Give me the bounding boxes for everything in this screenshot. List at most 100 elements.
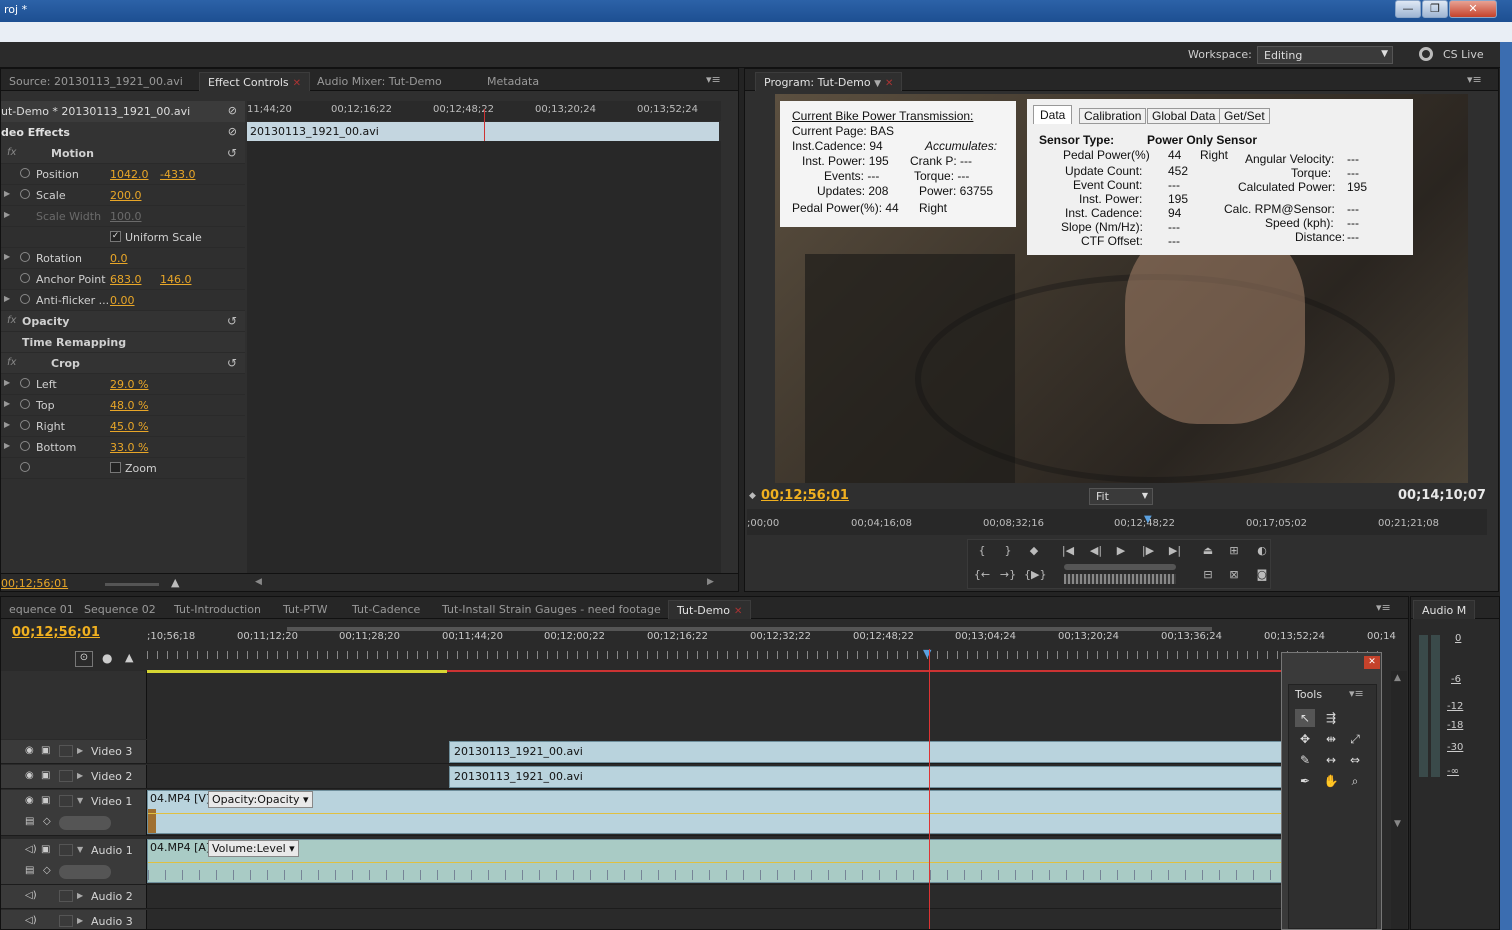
tab-source[interactable]: Source: 20130113_1921_00.avi (1, 72, 191, 91)
chevron-down-icon[interactable]: ▼ (874, 79, 881, 89)
tab-sequence-01[interactable]: equence 01 (1, 600, 82, 619)
expand-triangle-icon[interactable]: ▶ (4, 189, 10, 198)
film-icon[interactable]: ▣ (41, 844, 53, 856)
stopwatch-icon[interactable] (20, 189, 30, 199)
stopwatch-icon[interactable] (20, 294, 30, 304)
audio1-clip[interactable]: 04.MP4 [A] Volume:Level ▾ (147, 839, 1283, 883)
opacity-dropdown[interactable]: Opacity:Opacity ▾ (208, 791, 313, 808)
tab-tut-cadence[interactable]: Tut-Cadence (344, 600, 428, 619)
opacity-row[interactable]: fx Opacity ↺ (1, 311, 245, 332)
export-frame-icon[interactable]: ◐ (1252, 542, 1272, 560)
program-current-timecode[interactable]: 00;12;56;01 (761, 488, 849, 503)
film-icon[interactable]: ▣ (41, 795, 53, 807)
razor-tool-icon[interactable]: ✎ (1295, 751, 1315, 769)
collapse-icon[interactable]: ⊘ (228, 125, 237, 138)
expand-triangle-icon[interactable]: ▶ (77, 916, 83, 925)
stopwatch-icon[interactable] (20, 378, 30, 388)
tab-data[interactable]: Data (1033, 105, 1073, 124)
jog-wheel[interactable] (1064, 574, 1176, 584)
tab-audio-mixer[interactable]: Audio Mixer: Tut-Demo (309, 72, 450, 91)
crop-bottom-value[interactable]: 33.0 % (110, 441, 148, 454)
film-icon[interactable]: ▣ (41, 745, 53, 757)
reset-icon[interactable]: ↺ (227, 356, 237, 370)
snap-icon[interactable]: ⊙ (75, 651, 93, 667)
cs-live-label[interactable]: CS Live (1443, 48, 1484, 61)
expand-triangle-icon[interactable]: ▶ (4, 294, 10, 303)
rolling-edit-tool-icon[interactable]: ⇹ (1321, 730, 1341, 748)
volume-dropdown[interactable]: Volume:Level ▾ (208, 840, 299, 857)
fx-icon[interactable]: fx (7, 147, 16, 158)
video1-clip[interactable]: 04.MP4 [V] Opacity:Opacity ▾ (147, 790, 1283, 834)
timeline-playhead-icon[interactable]: ▼ (923, 647, 931, 660)
speaker-icon[interactable]: ◁) (25, 844, 37, 856)
mark-out-icon[interactable]: } (998, 542, 1018, 560)
play-icon[interactable]: ▶ (1111, 542, 1131, 560)
lock-icon[interactable] (59, 745, 73, 757)
volume-rubberband[interactable] (148, 862, 1282, 863)
zoom-in-icon[interactable]: ▲ (171, 576, 179, 589)
stopwatch-icon[interactable] (20, 168, 30, 178)
close-button[interactable]: ✕ (1449, 0, 1497, 18)
lock-icon[interactable] (59, 890, 73, 902)
lock-icon[interactable] (59, 844, 73, 856)
speaker-icon[interactable]: ◁) (25, 890, 37, 902)
expand-triangle-icon[interactable]: ▶ (4, 210, 10, 219)
expand-triangle-icon[interactable]: ▶ (77, 771, 83, 780)
scroll-right-icon[interactable]: ▶ (707, 577, 714, 587)
program-video-frame[interactable]: Current Bike Power Transmission: Current… (775, 94, 1468, 483)
fx-icon[interactable]: fx (7, 357, 16, 368)
opacity-rubberband[interactable] (148, 813, 1282, 814)
playhead-icon[interactable]: ▼ (1144, 514, 1152, 525)
track-select-tool-icon[interactable]: ⇶ (1321, 709, 1341, 727)
collapse-triangle-icon[interactable]: ▼ (77, 796, 83, 805)
ripple-edit-tool-icon[interactable]: ✥ (1295, 730, 1315, 748)
pen-tool-icon[interactable]: ✒ (1295, 772, 1315, 790)
marker-bulb-icon[interactable]: ● (102, 651, 112, 665)
stopwatch-icon[interactable] (20, 252, 30, 262)
expand-triangle-icon[interactable]: ▶ (4, 378, 10, 387)
expand-triangle-icon[interactable]: ▶ (77, 891, 83, 900)
expand-triangle-icon[interactable]: ▶ (4, 420, 10, 429)
extract-icon[interactable]: ⊞ (1224, 542, 1244, 560)
go-to-next-edit-icon[interactable]: →} (998, 566, 1018, 584)
lock-icon[interactable] (59, 795, 73, 807)
scroll-left-icon[interactable]: ◀ (255, 577, 262, 587)
stopwatch-icon[interactable] (20, 462, 30, 472)
keyframe-icon[interactable]: ◇ (43, 816, 55, 828)
hand-tool-icon[interactable]: ✋ (1321, 772, 1341, 790)
rotation-value[interactable]: 0.0 (110, 252, 128, 265)
scale-value[interactable]: 200.0 (110, 189, 142, 202)
panel-menu-icon[interactable]: ▾≡ (1349, 687, 1364, 700)
reset-icon[interactable]: ↺ (227, 146, 237, 160)
crop-row[interactable]: fx Crop ↺ (1, 353, 245, 374)
expand-triangle-icon[interactable]: ▶ (4, 252, 10, 261)
slip-tool-icon[interactable]: ↔ (1321, 751, 1341, 769)
zoom-checkbox[interactable] (110, 462, 121, 473)
tools-close-button[interactable]: ✕ (1364, 656, 1380, 669)
speaker-icon[interactable]: ◁) (25, 915, 37, 927)
fit-dropdown[interactable]: Fit ▼ (1089, 488, 1153, 505)
film-icon[interactable]: ▣ (41, 770, 53, 782)
panel-menu-icon[interactable]: ▾≡ (1467, 73, 1482, 86)
eye-icon[interactable]: ◉ (25, 770, 37, 782)
stopwatch-icon[interactable] (20, 273, 30, 283)
tab-tut-ptw[interactable]: Tut-PTW (275, 600, 336, 619)
eye-icon[interactable]: ◉ (25, 745, 37, 757)
lift-icon[interactable]: ⏏ (1198, 542, 1218, 560)
lock-icon[interactable] (59, 915, 73, 927)
mark-in-icon[interactable]: { (972, 542, 992, 560)
tab-audio-meters[interactable]: Audio M (1413, 600, 1476, 619)
close-icon[interactable]: ✕ (885, 78, 893, 89)
stopwatch-icon[interactable] (20, 441, 30, 451)
go-to-out-icon[interactable]: ▶| (1165, 542, 1185, 560)
tab-effect-controls[interactable]: Effect Controls ✕ (199, 72, 311, 91)
ec-keyframe-area[interactable] (247, 141, 721, 574)
expand-triangle-icon[interactable]: ▶ (4, 441, 10, 450)
tab-sequence-02[interactable]: Sequence 02 (76, 600, 164, 619)
scroll-up-icon[interactable]: ▲ (1394, 673, 1401, 683)
video2-clip[interactable]: 20130113_1921_00.avi (449, 766, 1283, 788)
tab-tut-demo[interactable]: Tut-Demo ✕ (668, 600, 752, 619)
timeline-playhead-line[interactable] (929, 649, 930, 929)
stopwatch-icon[interactable] (20, 399, 30, 409)
tab-tut-install[interactable]: Tut-Install Strain Gauges - need footage (434, 600, 669, 619)
